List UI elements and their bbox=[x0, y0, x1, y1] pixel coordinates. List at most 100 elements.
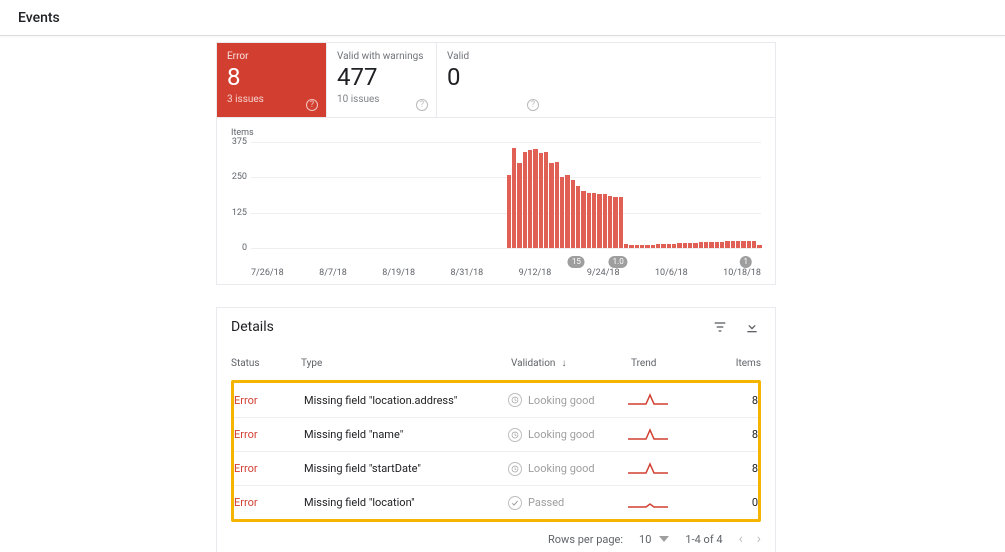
chart-annotation: 1 bbox=[739, 256, 752, 268]
chart-xtick: 10/18/18 bbox=[723, 268, 761, 278]
chart-bar bbox=[597, 194, 601, 248]
chart-bar bbox=[709, 242, 713, 248]
cell-validation: Looking good bbox=[508, 428, 628, 442]
chart-ytick: 375 bbox=[227, 137, 247, 147]
items-chart: 0125250375151.01 bbox=[251, 142, 761, 262]
chart-bar bbox=[619, 197, 623, 248]
chart-xtick: 8/19/18 bbox=[382, 268, 415, 278]
check-icon bbox=[508, 496, 522, 510]
stat-card-valid[interactable]: Valid 0 ? bbox=[437, 43, 547, 117]
col-type: Type bbox=[301, 358, 511, 369]
chart-bar bbox=[736, 241, 740, 248]
help-icon[interactable]: ? bbox=[306, 99, 318, 111]
details-card: Details bbox=[216, 307, 776, 552]
cell-type: Missing field "name" bbox=[304, 428, 508, 441]
chart-bar bbox=[741, 241, 745, 248]
app-header: Events bbox=[0, 0, 1005, 36]
details-table-header: Status Type Validation ↓ Trend Items bbox=[231, 346, 761, 380]
chart-xtick: 9/12/18 bbox=[519, 268, 552, 278]
chart-bar bbox=[757, 245, 761, 248]
chart-bar bbox=[512, 148, 516, 248]
pager-prev[interactable]: ‹ bbox=[739, 531, 743, 547]
cell-status: Error bbox=[234, 462, 304, 475]
chart-bar bbox=[544, 152, 548, 248]
pager-next[interactable]: › bbox=[757, 531, 761, 547]
chart-bar bbox=[608, 196, 612, 248]
chart-bar bbox=[667, 244, 671, 248]
chart-bar bbox=[725, 241, 729, 248]
chart-bar bbox=[507, 175, 511, 248]
chart-bar bbox=[581, 191, 585, 248]
chart-bar bbox=[571, 180, 575, 248]
stat-title: Valid bbox=[447, 51, 537, 62]
stat-title: Valid with warnings bbox=[337, 51, 426, 62]
chart-bar bbox=[523, 152, 527, 248]
chart-bar bbox=[565, 175, 569, 248]
cell-items: 0 bbox=[708, 496, 758, 509]
chart-bar bbox=[651, 245, 655, 248]
filter-icon[interactable] bbox=[711, 318, 729, 336]
chart-xtick: 8/31/18 bbox=[450, 268, 483, 278]
chart-y-label: Items bbox=[231, 128, 761, 138]
col-items: Items bbox=[711, 358, 761, 369]
col-trend: Trend bbox=[631, 358, 711, 369]
cell-status: Error bbox=[234, 496, 304, 509]
chart-bar bbox=[549, 163, 553, 248]
chart-bar bbox=[747, 241, 751, 248]
table-row[interactable]: ErrorMissing field "name"Looking good8 bbox=[234, 417, 758, 451]
chart-ytick: 125 bbox=[227, 208, 247, 218]
download-icon[interactable] bbox=[743, 318, 761, 336]
help-icon[interactable]: ? bbox=[527, 99, 539, 111]
rows-per-page-select[interactable]: 10 bbox=[639, 533, 669, 546]
chart-annotation: 15 bbox=[568, 256, 585, 268]
clock-icon bbox=[508, 428, 522, 442]
stat-value: 477 bbox=[337, 64, 426, 92]
chart-bar bbox=[699, 242, 703, 248]
chart-x-labels: 7/26/188/7/188/19/188/31/189/12/189/24/1… bbox=[251, 268, 761, 278]
chart-bar bbox=[693, 243, 697, 248]
stat-card-error[interactable]: Error 8 3 issues ? bbox=[217, 43, 327, 117]
table-row[interactable]: ErrorMissing field "startDate"Looking go… bbox=[234, 451, 758, 485]
details-title: Details bbox=[231, 319, 274, 335]
main-scroll[interactable]: Error 8 3 issues ? Valid with warnings 4… bbox=[0, 36, 1005, 552]
col-status: Status bbox=[231, 358, 301, 369]
chevron-down-icon bbox=[659, 536, 669, 542]
cell-status: Error bbox=[234, 394, 304, 407]
chart-bar bbox=[640, 245, 644, 248]
cell-items: 8 bbox=[708, 394, 758, 407]
chart-bar bbox=[592, 193, 596, 248]
items-chart-card: Items 0125250375151.01 7/26/18 8/7/18 8/19… bbox=[216, 117, 776, 285]
cell-validation: Looking good bbox=[508, 462, 628, 476]
chart-bar bbox=[661, 244, 665, 248]
stat-card-warning[interactable]: Valid with warnings 477 10 issues ? bbox=[327, 43, 437, 117]
chart-bar bbox=[688, 243, 692, 248]
status-card-row: Error 8 3 issues ? Valid with warnings 4… bbox=[216, 42, 776, 117]
chart-ytick: 0 bbox=[227, 243, 247, 253]
sort-desc-icon: ↓ bbox=[561, 358, 566, 369]
page-title: Events bbox=[18, 10, 60, 26]
details-rows-highlighted: ErrorMissing field "location.address"Loo… bbox=[231, 380, 761, 522]
chart-xtick: 8/7/18 bbox=[319, 268, 347, 278]
cell-validation: Looking good bbox=[508, 393, 628, 407]
help-icon[interactable]: ? bbox=[416, 99, 428, 111]
cell-type: Missing field "location" bbox=[304, 496, 508, 509]
chart-bar bbox=[528, 150, 532, 248]
chart-bar bbox=[533, 149, 537, 248]
stat-sub: 3 issues bbox=[227, 94, 316, 105]
cell-items: 8 bbox=[708, 428, 758, 441]
chart-bar bbox=[624, 244, 628, 248]
cell-trend bbox=[628, 496, 708, 510]
cell-trend bbox=[628, 393, 708, 407]
chart-bar bbox=[560, 177, 564, 248]
table-row[interactable]: ErrorMissing field "location"Passed 0 bbox=[234, 485, 758, 519]
chart-bar bbox=[683, 243, 687, 248]
chart-bar bbox=[731, 241, 735, 248]
chart-bar bbox=[677, 243, 681, 248]
chart-xtick: 7/26/18 bbox=[251, 268, 284, 278]
pager-range: 1-4 of 4 bbox=[685, 533, 722, 546]
col-validation[interactable]: Validation ↓ bbox=[511, 358, 631, 369]
table-row[interactable]: ErrorMissing field "location.address"Loo… bbox=[234, 383, 758, 417]
cell-validation: Passed bbox=[508, 496, 628, 510]
chart-bar bbox=[539, 153, 543, 248]
chart-bar bbox=[603, 194, 607, 248]
